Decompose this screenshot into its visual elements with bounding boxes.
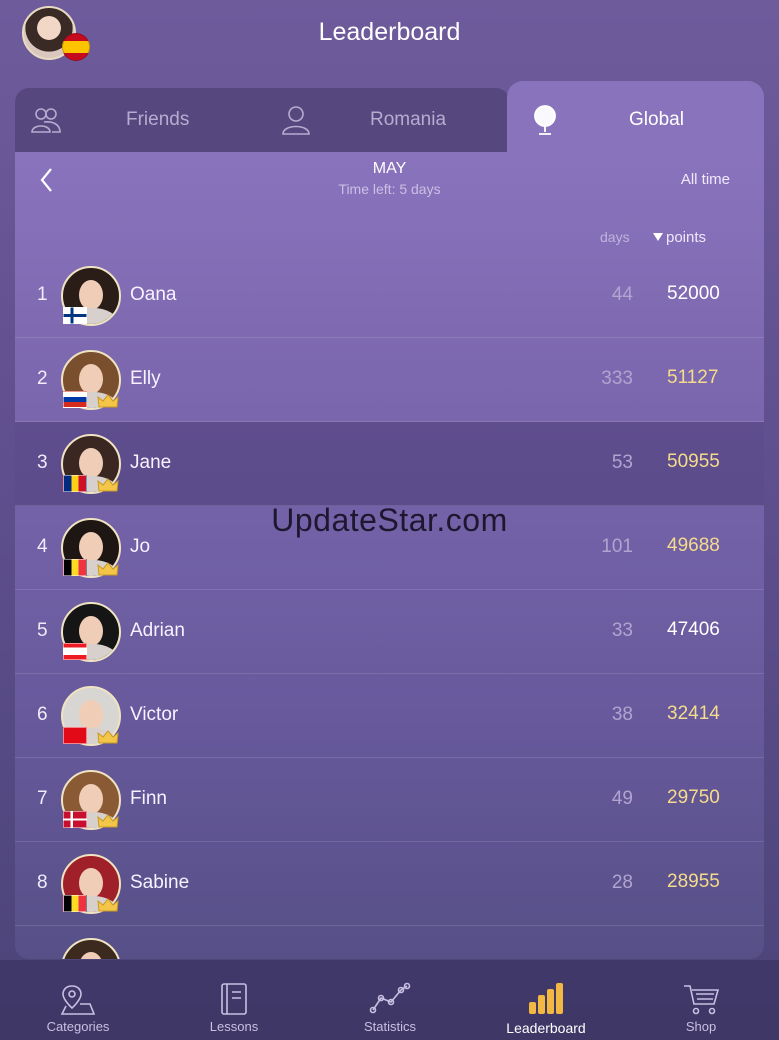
user-days: 101 [601, 536, 633, 557]
user-avatar[interactable] [61, 938, 121, 959]
tab-global[interactable]: Global [507, 88, 764, 152]
leaderboard-row[interactable]: 3 Jane 53 50955 [15, 422, 764, 506]
country-flag-icon [63, 895, 87, 912]
tab-friends-label: Friends [126, 109, 190, 130]
page-title: Leaderboard [318, 18, 461, 46]
person-icon [282, 106, 310, 135]
line-chart-icon [369, 982, 411, 1014]
country-flag-icon [63, 475, 87, 492]
crown-icon [97, 562, 119, 576]
bar-chart-icon [529, 983, 563, 1014]
user-name: Adrian [130, 620, 185, 641]
app-header: Leaderboard [0, 0, 779, 80]
nav-categories-label: Categories [46, 1019, 110, 1034]
all-time-button[interactable]: All time [681, 171, 730, 188]
crown-icon [97, 814, 119, 828]
crown-icon [97, 898, 119, 912]
nav-leaderboard-label: Leaderboard [506, 1020, 586, 1036]
rank-number: 4 [37, 536, 48, 557]
points-column-label: points [666, 229, 707, 246]
user-days: 33 [611, 620, 633, 641]
user-points: 51127 [667, 367, 719, 388]
user-days: 53 [611, 452, 633, 473]
user-points: 52000 [667, 283, 720, 304]
rank-number: 3 [37, 452, 48, 473]
user-points: 50955 [667, 451, 720, 472]
days-column-header[interactable]: days [600, 229, 630, 245]
country-flag-icon [63, 811, 87, 828]
rank-number: 1 [37, 284, 48, 305]
user-points: 32414 [667, 703, 720, 724]
crown-icon [97, 394, 119, 408]
country-flag-icon [63, 559, 87, 576]
leaderboard-row[interactable]: 5 Adrian 33 47406 [15, 590, 764, 674]
user-days: 49 [611, 788, 633, 809]
user-name: Sabine [130, 872, 190, 893]
rank-number: 7 [37, 788, 48, 809]
nav-shop[interactable]: Shop [623, 960, 779, 1040]
leaderboard-row[interactable]: 8 Sabine 28 28955 [15, 842, 764, 926]
user-name: Oana [130, 284, 177, 305]
map-pin-icon [60, 985, 96, 1015]
bottom-nav: Categories Lessons Statistics Leaderboar… [0, 960, 779, 1040]
leaderboard-row[interactable]: 6 Victor 38 32414 [15, 674, 764, 758]
nav-shop-label: Shop [685, 1019, 717, 1034]
rank-number: 8 [37, 872, 48, 893]
country-flag-icon [63, 307, 87, 324]
crown-icon [97, 730, 119, 744]
user-points: 47406 [667, 619, 720, 640]
rank-number: 2 [37, 368, 48, 389]
tab-country[interactable]: Romania [262, 88, 507, 152]
friends-icon [31, 108, 61, 133]
nav-statistics-label: Statistics [363, 1019, 416, 1034]
rank-number: 5 [37, 620, 48, 641]
rank-number: 6 [37, 704, 48, 725]
nav-leaderboard[interactable]: Leaderboard [468, 960, 624, 1040]
user-name: Elly [130, 368, 161, 389]
leaderboard-panel: MAY Time left: 5 days All time days poin… [15, 152, 764, 959]
nav-lessons[interactable]: Lessons [156, 960, 312, 1040]
country-flag-icon [63, 727, 87, 744]
leaderboard-row[interactable]: 2 Elly 333 51127 [15, 338, 764, 422]
user-days: 333 [601, 368, 633, 389]
tab-friends[interactable]: Friends [15, 88, 260, 152]
tab-global-label: Global [629, 109, 684, 130]
user-days: 44 [611, 284, 633, 305]
country-flag-icon [63, 643, 87, 660]
user-name: Jane [130, 452, 172, 473]
tab-country-label: Romania [370, 109, 447, 130]
country-flag-icon [63, 391, 87, 408]
watermark: UpdateStar.com [271, 502, 508, 538]
leaderboard-row[interactable]: 1 Oana 44 52000 [15, 254, 764, 338]
user-points: 28955 [667, 871, 720, 892]
user-name: Victor [130, 704, 179, 725]
leaderboard-row[interactable]: 7 Finn 49 29750 [15, 758, 764, 842]
nav-lessons-label: Lessons [209, 1019, 259, 1034]
nav-statistics[interactable]: Statistics [312, 960, 468, 1040]
period-month: MAY [372, 160, 407, 177]
user-name: Jo [130, 536, 151, 557]
sort-desc-icon [653, 233, 663, 241]
cart-icon [684, 985, 720, 1015]
globe-icon [534, 105, 556, 135]
notebook-icon [221, 983, 247, 1015]
user-name: Finn [130, 788, 167, 809]
period-time-left: Time left: 5 days [338, 181, 441, 197]
crown-icon [97, 478, 119, 492]
user-days: 28 [611, 872, 633, 893]
user-days: 38 [611, 704, 633, 725]
points-column-header[interactable]: points [653, 229, 706, 246]
user-points: 29750 [667, 787, 720, 808]
nav-categories[interactable]: Categories [0, 960, 156, 1040]
